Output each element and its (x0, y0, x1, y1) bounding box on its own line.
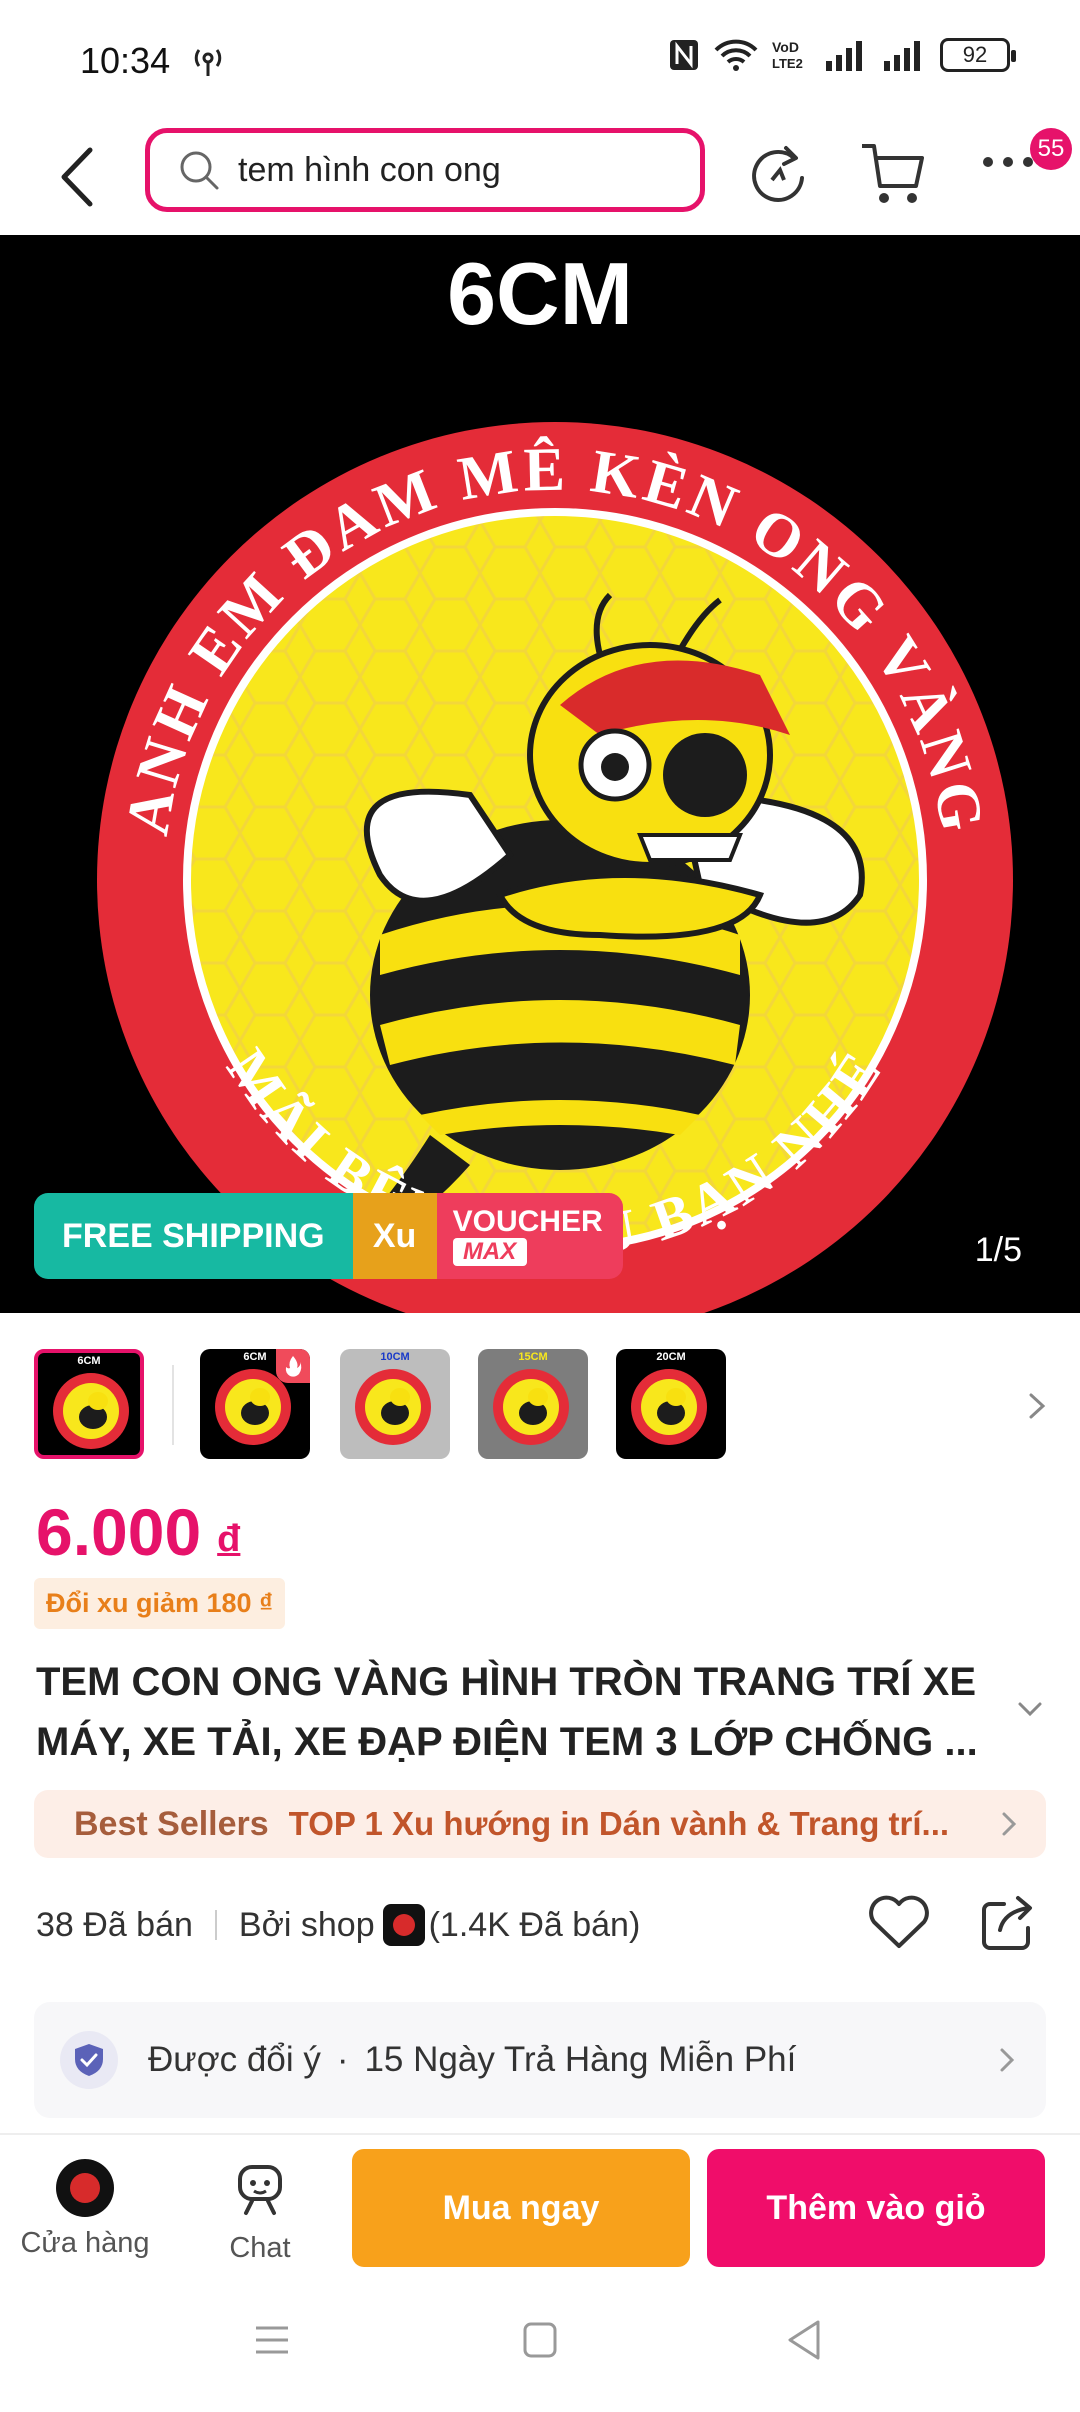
best-seller-text: TOP 1 Xu hướng in Dán vành & Trang trí..… (288, 1805, 950, 1842)
chevron-down-icon[interactable] (1016, 1700, 1044, 1718)
shop-logo-icon[interactable] (382, 1904, 425, 1946)
more-icon[interactable] (980, 152, 1036, 172)
top-nav: tem hình con ong 55 (0, 120, 1080, 235)
shipping-voucher-banner: FREE SHIPPING Xu VOUCHER MAX (34, 1193, 623, 1279)
thumbnail-divider (172, 1365, 174, 1445)
voucher-max-label: VOUCHER MAX (436, 1193, 623, 1279)
price-amount: 6.000 (36, 1495, 202, 1569)
share-icon[interactable] (980, 1894, 1036, 1952)
sales-info: 38 Đã bán Bởi shop (1.4K Đã bán) (36, 1900, 640, 1950)
chevron-right-icon[interactable] (1026, 1391, 1048, 1421)
thumbnail-1[interactable]: 6CM (34, 1349, 144, 1459)
thumbnail-sticker-icon (493, 1369, 569, 1445)
store-label: Cửa hàng (20, 2227, 150, 2259)
search-query: tem hình con ong (238, 150, 501, 189)
chat-icon (238, 2165, 282, 2215)
price: 6.000 đ (36, 1494, 240, 1570)
shop-sold-count: (1.4K Đã bán) (428, 1905, 641, 1944)
search-input[interactable]: tem hình con ong (145, 128, 705, 212)
signal-icon-1 (826, 41, 862, 71)
thumbnail-3[interactable]: 10CM (340, 1349, 450, 1459)
nfc-icon (670, 40, 698, 70)
fire-icon (276, 1349, 310, 1383)
refresh-icon[interactable] (748, 142, 808, 208)
coin-discount-tag[interactable]: Đổi xu giảm 180 ₫ (34, 1578, 285, 1629)
free-shipping-label: FREE SHIPPING (34, 1193, 353, 1279)
volte-icon: VoDLTE2 (772, 39, 803, 71)
thumbnail-sticker-icon (355, 1369, 431, 1445)
chevron-right-icon (1000, 2048, 1015, 2072)
thumbnail-strip: 6CM 6CM 10CM 15CM 20CM (0, 1313, 1080, 1498)
hotspot-icon (194, 49, 222, 76)
xu-label: Xu (352, 1193, 437, 1279)
return-policy-detail: 15 Ngày Trả Hàng Miễn Phí (364, 2040, 797, 2079)
bee-sticker-graphic: ANH EM ĐAM MÊ KÈN ONG VÀNG MÃI BÊN NHAU … (97, 422, 1013, 1313)
product-title: TEM CON ONG VÀNG HÌNH TRÒN TRANG TRÍ XE … (36, 1660, 978, 1764)
product-image[interactable]: 6CM ANH EM ĐAM MÊ KÈN ONG VÀNG MÃI B BẠN… (0, 235, 1080, 1313)
heart-icon[interactable] (866, 1892, 932, 1952)
shield-check-icon (60, 2031, 118, 2089)
buy-now-button[interactable]: Mua ngay (352, 2149, 690, 2267)
store-button[interactable]: Cửa hàng (20, 2159, 150, 2260)
svg-text:LTE2: LTE2 (772, 56, 803, 71)
chat-label: Chat (229, 2232, 291, 2264)
thumbnail-5[interactable]: 20CM (616, 1349, 726, 1459)
search-icon (180, 151, 219, 190)
add-to-cart-button[interactable]: Thêm vào giỏ (707, 2149, 1045, 2267)
thumbnail-2[interactable]: 6CM (200, 1349, 310, 1459)
return-policy-separator: · (336, 2040, 349, 2079)
return-policy[interactable]: Được đổi ý · 15 Ngày Trả Hàng Miễn Phí (34, 2002, 1046, 2118)
signal-icon-2 (884, 41, 920, 71)
notification-badge: 55 (1030, 128, 1072, 170)
cart-icon[interactable] (858, 138, 928, 208)
back-arrow-icon[interactable] (52, 142, 102, 212)
thumbnail-sticker-icon (631, 1369, 707, 1445)
status-bar: 10:34 VoD LTE2 92 (0, 0, 1080, 120)
svg-text:VoD: VoD (772, 39, 799, 55)
bottom-action-bar: Cửa hàng Chat Mua ngay Thêm vào giỏ (0, 2133, 1080, 2268)
battery-indicator: 92 (940, 38, 1016, 72)
return-policy-label: Được đổi ý (148, 2040, 321, 2079)
store-avatar (56, 2159, 114, 2217)
chat-button[interactable]: Chat (200, 2161, 320, 2265)
thumbnail-sticker-icon (53, 1373, 129, 1449)
price-currency: đ (217, 1518, 241, 1560)
sold-count: 38 Đã bán (36, 1905, 193, 1944)
recent-apps-icon[interactable] (252, 2320, 292, 2360)
image-page-indicator: 1/5 (974, 1231, 1022, 1269)
system-back-icon[interactable] (784, 2318, 822, 2362)
wifi-icon (714, 39, 758, 71)
system-navigation-bar (0, 2270, 1080, 2412)
thumbnail-4[interactable]: 15CM (478, 1349, 588, 1459)
status-time: 10:34 (80, 40, 171, 81)
divider (214, 1910, 217, 1940)
chevron-right-icon (1002, 1812, 1017, 1836)
best-seller-banner[interactable]: Best Sellers TOP 1 Xu hướng in Dán vành … (34, 1790, 1046, 1858)
home-icon[interactable] (522, 2320, 558, 2360)
by-shop-label[interactable]: Bởi shop (239, 1906, 375, 1945)
best-seller-label: Best Sellers (74, 1804, 269, 1843)
